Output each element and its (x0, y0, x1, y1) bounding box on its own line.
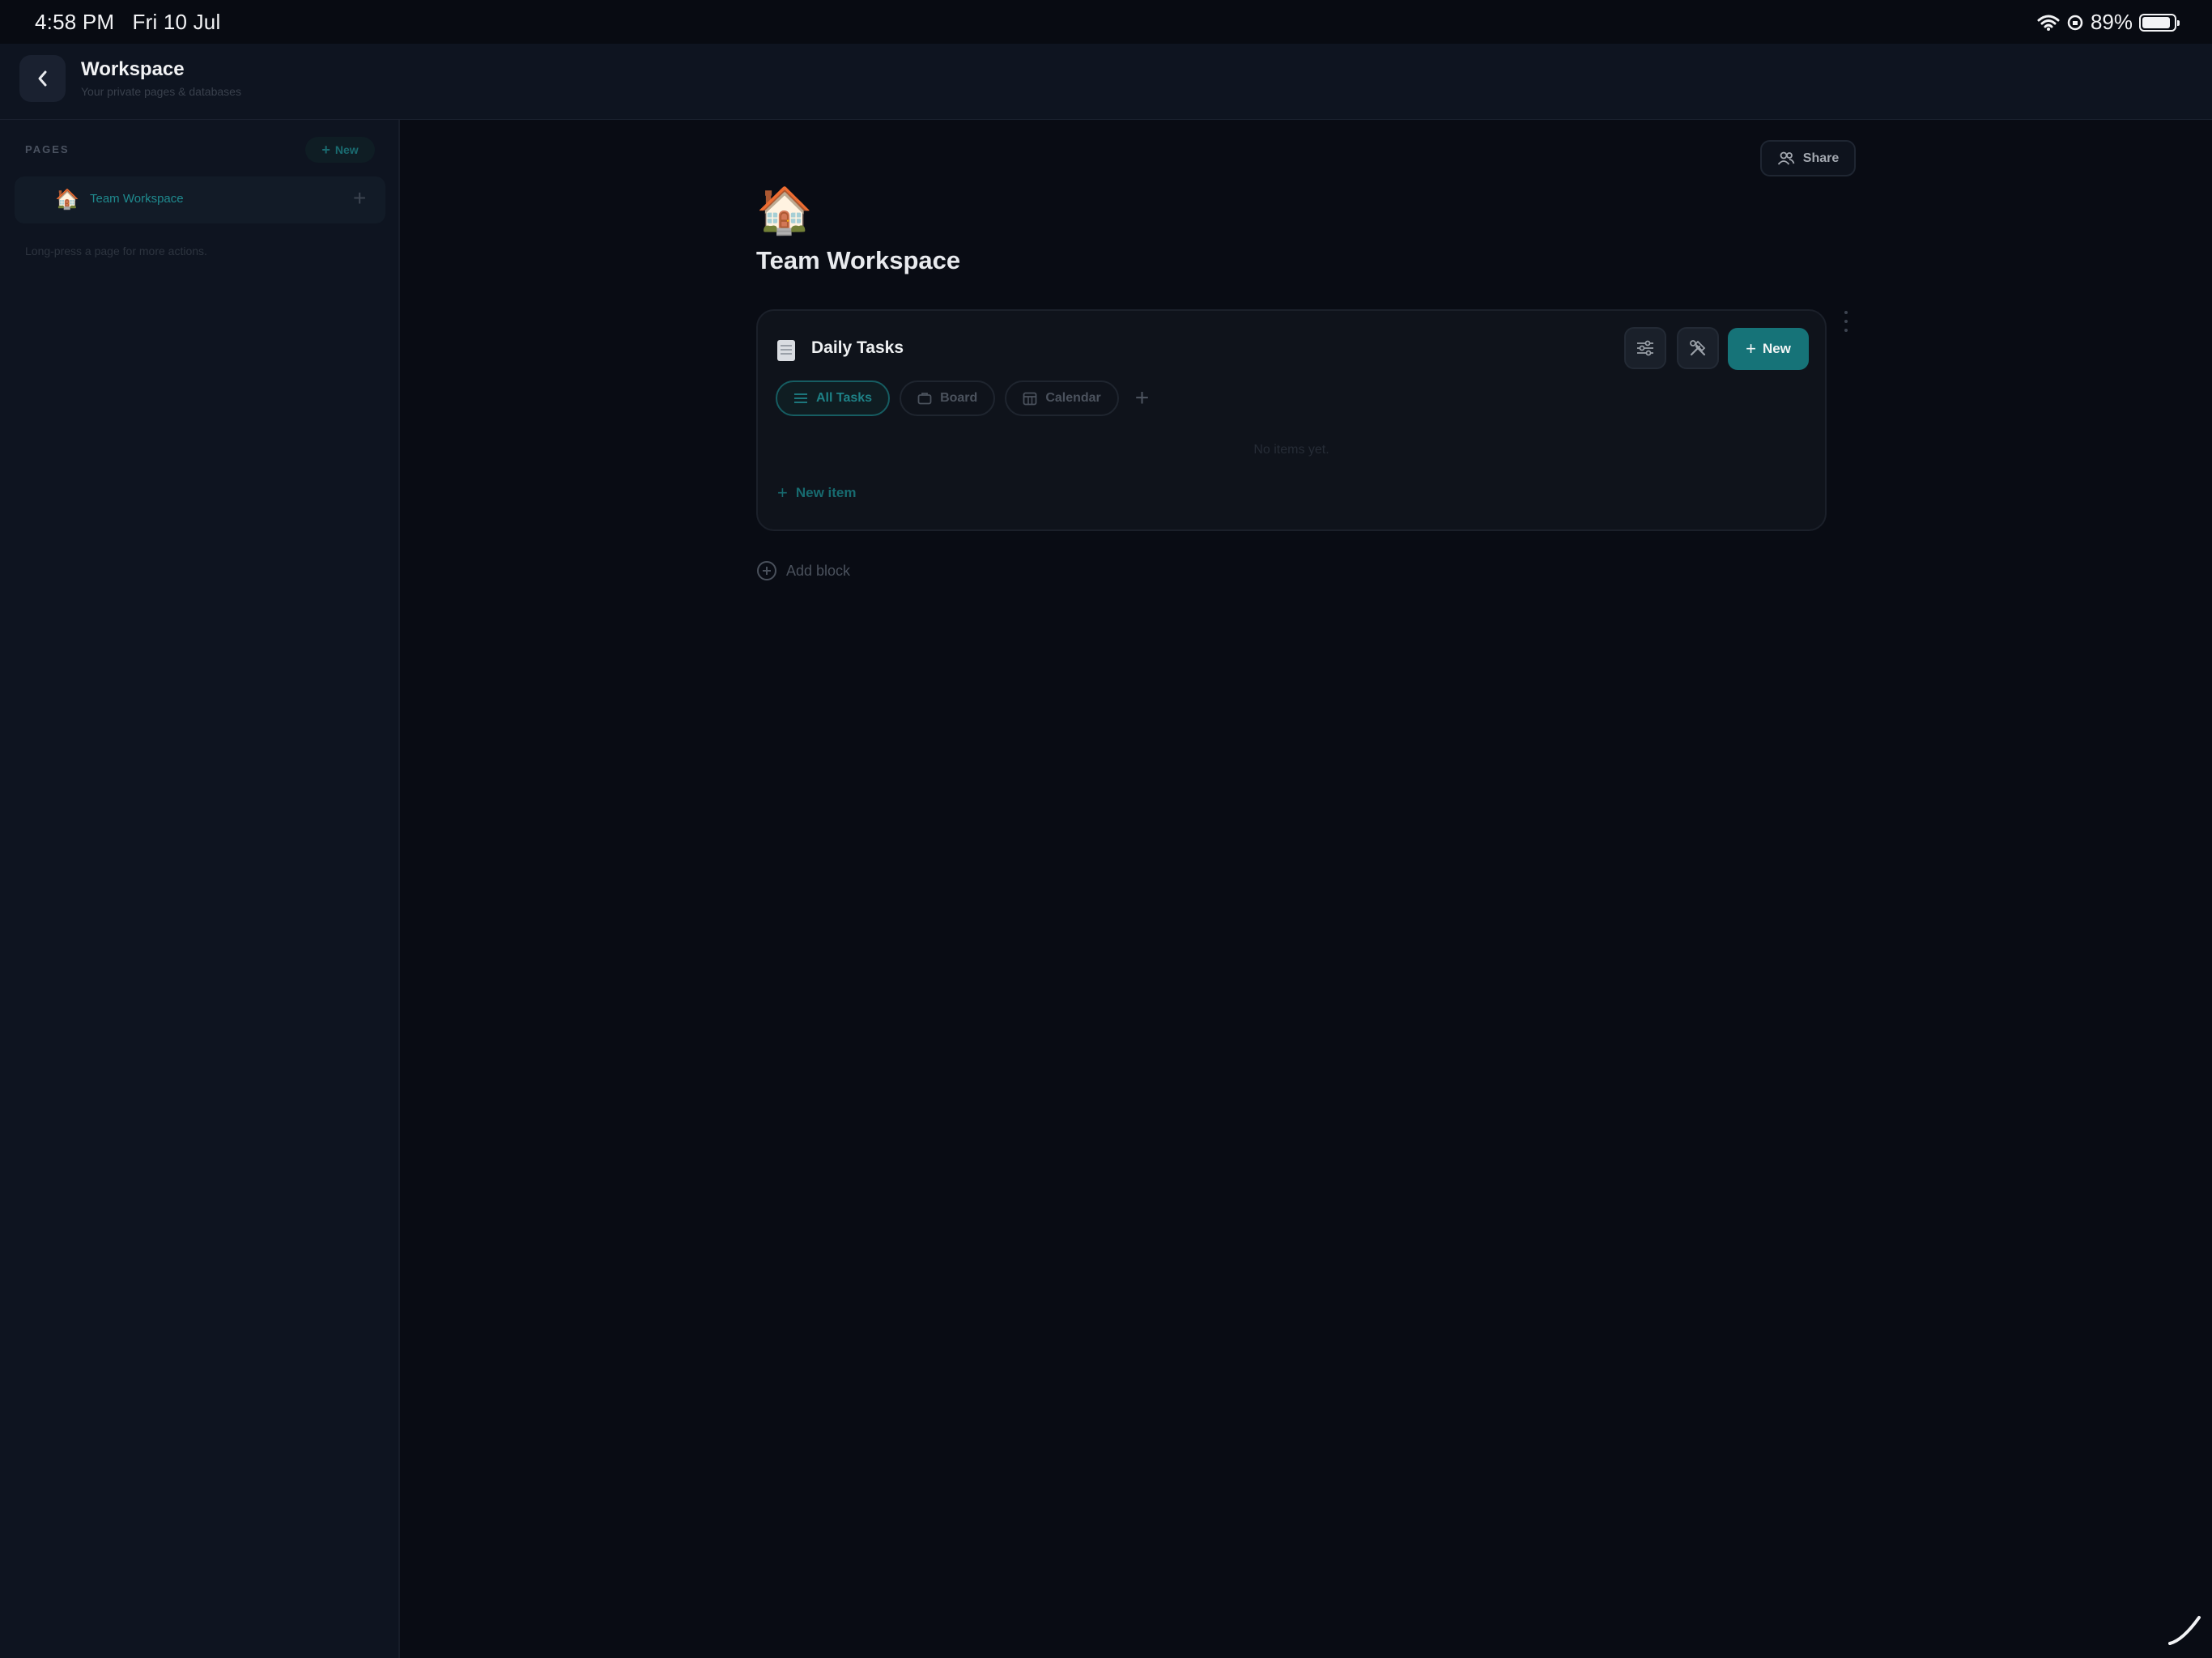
sidebar-item-label: Team Workspace (90, 192, 184, 206)
tab-all-tasks[interactable]: All Tasks (776, 380, 891, 416)
pencil-indicator-icon (2168, 1616, 2201, 1645)
plus-icon: + (777, 483, 788, 503)
status-time: 4:58 PM Fri 10 Jul (35, 10, 220, 35)
add-block-label: Add block (786, 562, 851, 579)
add-block-button[interactable]: Add block (757, 561, 850, 580)
battery-percent: 89% (2090, 10, 2133, 34)
filter-button[interactable] (1624, 327, 1666, 369)
people-icon (1777, 151, 1795, 165)
database-block: Daily Tasks + New All Tasks Board Calend… (756, 309, 1827, 531)
page-title[interactable]: Team Workspace (756, 246, 960, 275)
plus-icon: + (1746, 338, 1756, 359)
back-button[interactable] (19, 55, 66, 102)
new-item-button[interactable]: + New item (777, 483, 857, 504)
header-title: Workspace (81, 58, 185, 80)
battery-icon (2139, 13, 2180, 32)
more-options-icon[interactable] (1842, 311, 1850, 332)
new-item-label: New item (795, 485, 857, 500)
sliders-icon (1637, 340, 1653, 356)
app-header: Workspace Your private pages & databases (0, 44, 2212, 120)
header-subtitle: Your private pages & databases (81, 85, 241, 98)
tab-label: Board (940, 391, 978, 405)
database-title[interactable]: Daily Tasks (811, 338, 904, 358)
sidebar-hint: Long-press a page for more actions. (25, 244, 207, 257)
status-date: Fri 10 Jul (132, 10, 221, 34)
chevron-left-icon (38, 70, 46, 87)
empty-state-text: No items yet. (1253, 443, 1329, 457)
tools-icon (1690, 340, 1706, 356)
list-icon (794, 393, 807, 403)
add-view-icon[interactable]: + (1135, 386, 1150, 410)
status-bar: 4:58 PM Fri 10 Jul 89% (0, 0, 2212, 44)
sidebar: PAGES + New 🏠 Team Workspace + Long-pres… (0, 120, 400, 1658)
tab-calendar[interactable]: Calendar (1005, 380, 1119, 416)
tab-label: All Tasks (816, 391, 873, 405)
sidebar-item-team-workspace[interactable]: 🏠 Team Workspace + (15, 176, 385, 223)
add-subpage-icon[interactable]: + (353, 186, 366, 210)
database-settings-button[interactable] (1677, 327, 1719, 369)
page-icon[interactable]: 🏠 (756, 185, 813, 236)
tab-label: Calendar (1045, 391, 1101, 405)
status-indicators: 89% (2037, 10, 2180, 35)
battery-level (2142, 16, 2170, 28)
tab-board[interactable]: Board (900, 380, 996, 416)
view-tabs: All Tasks Board Calendar + (776, 380, 1149, 416)
wifi-icon (2037, 15, 2060, 31)
orientation-lock-icon (2067, 15, 2083, 30)
calendar-icon (1023, 392, 1037, 406)
notepad-icon (777, 340, 795, 361)
house-icon: 🏠 (55, 189, 79, 210)
new-record-label: New (1762, 341, 1791, 356)
share-label: Share (1802, 151, 1840, 165)
new-page-button[interactable]: + New (305, 137, 375, 163)
board-icon (917, 393, 932, 405)
pages-section-label: PAGES (25, 143, 70, 155)
new-record-button[interactable]: + New (1728, 328, 1809, 370)
status-clock: 4:58 PM (35, 10, 115, 34)
plus-icon: + (321, 141, 330, 158)
plus-circle-icon (757, 561, 776, 580)
new-page-label: New (334, 143, 359, 156)
share-button[interactable]: Share (1760, 140, 1856, 176)
